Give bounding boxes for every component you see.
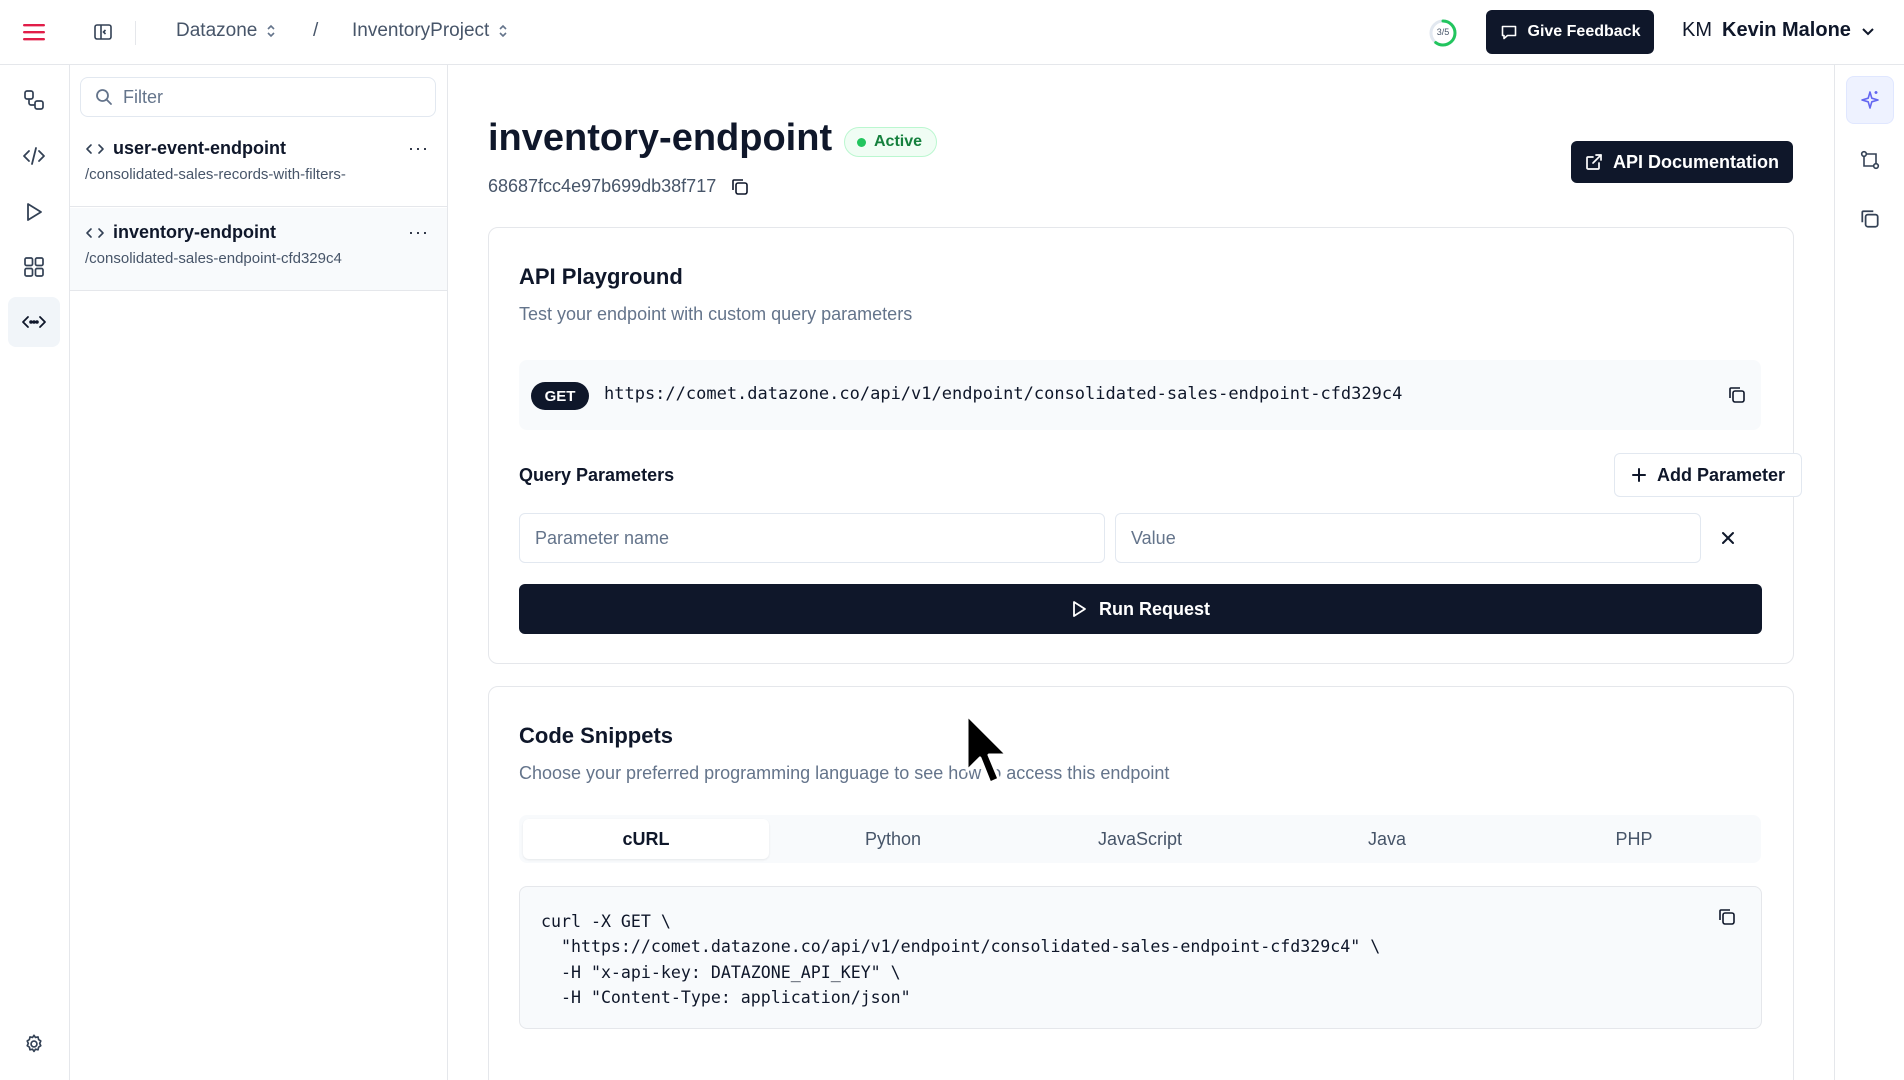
api-documentation-label: API Documentation — [1612, 151, 1779, 172]
code-icon — [86, 143, 104, 154]
breadcrumb-workspace[interactable]: Datazone — [176, 20, 277, 42]
play-icon — [1073, 601, 1086, 617]
code-snippet-block: curl -X GET \ "https://comet.datazone.co… — [519, 886, 1762, 1029]
api-documentation-button[interactable]: API Documentation — [1571, 141, 1793, 183]
give-feedback-button[interactable]: Give Feedback — [1486, 10, 1654, 54]
snippets-subtitle: Choose your preferred programming langua… — [519, 763, 1170, 783]
settings-gear-icon[interactable] — [8, 1019, 60, 1069]
endpoint-path: /consolidated-sales-endpoint-cfd329c4 — [85, 250, 342, 267]
give-feedback-label: Give Feedback — [1527, 23, 1641, 40]
status-badge: Active — [844, 127, 938, 157]
tab-javascript[interactable]: JavaScript — [1017, 819, 1263, 859]
main-content: inventory-endpoint Active 68687fcc4e97b6… — [448, 65, 1834, 1080]
search-icon — [96, 89, 112, 105]
endpoint-list-item[interactable]: user-event-endpoint /consolidated-sales-… — [70, 124, 447, 207]
endpoint-path: /consolidated-sales-records-with-filters… — [85, 166, 346, 183]
tab-python[interactable]: Python — [770, 819, 1016, 859]
code-icon[interactable] — [8, 131, 60, 181]
tab-curl[interactable]: cURL — [523, 819, 769, 859]
tab-php[interactable]: PHP — [1511, 819, 1757, 859]
git-compare-icon[interactable] — [1846, 136, 1894, 184]
message-square-icon — [1501, 25, 1516, 40]
breadcrumb-separator: / — [313, 20, 319, 41]
breadcrumb-workspace-label: Datazone — [176, 20, 258, 41]
more-options-icon[interactable]: ··· — [408, 138, 429, 159]
playground-subtitle: Test your endpoint with custom query par… — [519, 304, 913, 324]
endpoint-list-panel: user-event-endpoint /consolidated-sales-… — [70, 65, 448, 1080]
plus-icon — [1631, 468, 1646, 482]
parameter-name-input[interactable] — [519, 513, 1105, 563]
sidebar-toggle-icon[interactable] — [88, 18, 118, 46]
run-request-label: Run Request — [1098, 598, 1210, 619]
workflow-icon[interactable] — [8, 75, 60, 125]
more-options-icon[interactable]: ··· — [408, 222, 429, 243]
endpoint-list-item-selected[interactable]: inventory-endpoint /consolidated-sales-e… — [70, 208, 447, 291]
snippets-title: Code Snippets — [519, 723, 674, 748]
api-endpoint-icon[interactable] — [8, 297, 60, 347]
code-snippets-card: Code Snippets Choose your preferred prog… — [488, 686, 1794, 1080]
filter-box — [80, 77, 436, 117]
status-label: Active — [874, 133, 923, 150]
mouse-cursor-icon — [965, 713, 1009, 785]
filter-input[interactable] — [123, 86, 423, 108]
avatar: KM — [1682, 19, 1712, 41]
playground-title: API Playground — [519, 264, 683, 289]
parameter-value-input[interactable] — [1115, 513, 1701, 563]
tab-java[interactable]: Java — [1264, 819, 1510, 859]
add-parameter-button[interactable]: Add Parameter — [1614, 453, 1802, 497]
endpoint-id-value: 68687fcc4e97b699db38f717 — [488, 176, 717, 196]
status-dot — [857, 137, 866, 147]
breadcrumb-project[interactable]: InventoryProject — [352, 20, 509, 42]
left-icon-rail — [0, 65, 70, 1080]
page-title: inventory-endpoint — [488, 117, 833, 159]
chevron-down-icon — [1862, 27, 1874, 35]
play-icon[interactable] — [8, 187, 60, 237]
endpoint-name: inventory-endpoint — [113, 222, 276, 242]
api-playground-card: API Playground Test your endpoint with c… — [488, 227, 1802, 664]
user-name: Kevin Malone — [1722, 19, 1851, 41]
chevron-up-down-icon — [499, 24, 507, 38]
right-icon-rail — [1834, 65, 1904, 1080]
close-icon[interactable] — [1714, 524, 1742, 552]
endpoint-name: user-event-endpoint — [113, 138, 287, 158]
run-request-button[interactable]: Run Request — [519, 584, 1762, 634]
copy-icon[interactable] — [1727, 385, 1747, 405]
progress-label: 3/5 — [1436, 27, 1450, 37]
hamburger-menu-icon[interactable] — [18, 18, 50, 46]
divider — [135, 21, 136, 45]
copy-icon[interactable] — [1846, 195, 1894, 243]
grid-icon[interactable] — [8, 242, 60, 292]
top-bar: Datazone / InventoryProject 3/5 Give Fee… — [0, 0, 1904, 65]
code-icon — [86, 227, 104, 238]
onboarding-progress[interactable]: 3/5 — [1428, 18, 1458, 48]
language-tabs: cURL Python JavaScript Java PHP — [519, 815, 1761, 863]
copy-icon[interactable] — [1717, 907, 1737, 927]
user-menu[interactable]: KM Kevin Malone — [1682, 19, 1875, 42]
copy-icon[interactable] — [730, 177, 750, 197]
request-url: https://comet.datazone.co/api/v1/endpoin… — [604, 384, 1403, 404]
query-parameters-label: Query Parameters — [519, 465, 675, 485]
breadcrumb-project-label: InventoryProject — [352, 20, 490, 41]
add-parameter-label: Add Parameter — [1656, 464, 1786, 485]
request-url-bar: GET https://comet.datazone.co/api/v1/end… — [519, 360, 1761, 430]
chevron-up-down-icon — [267, 24, 275, 38]
external-link-icon — [1586, 154, 1602, 170]
sparkles-icon[interactable] — [1846, 76, 1894, 124]
http-method-badge: GET — [531, 382, 589, 410]
endpoint-id: 68687fcc4e97b699db38f717 — [488, 176, 750, 197]
code-snippet-text[interactable]: curl -X GET \ "https://comet.datazone.co… — [541, 909, 1380, 1010]
